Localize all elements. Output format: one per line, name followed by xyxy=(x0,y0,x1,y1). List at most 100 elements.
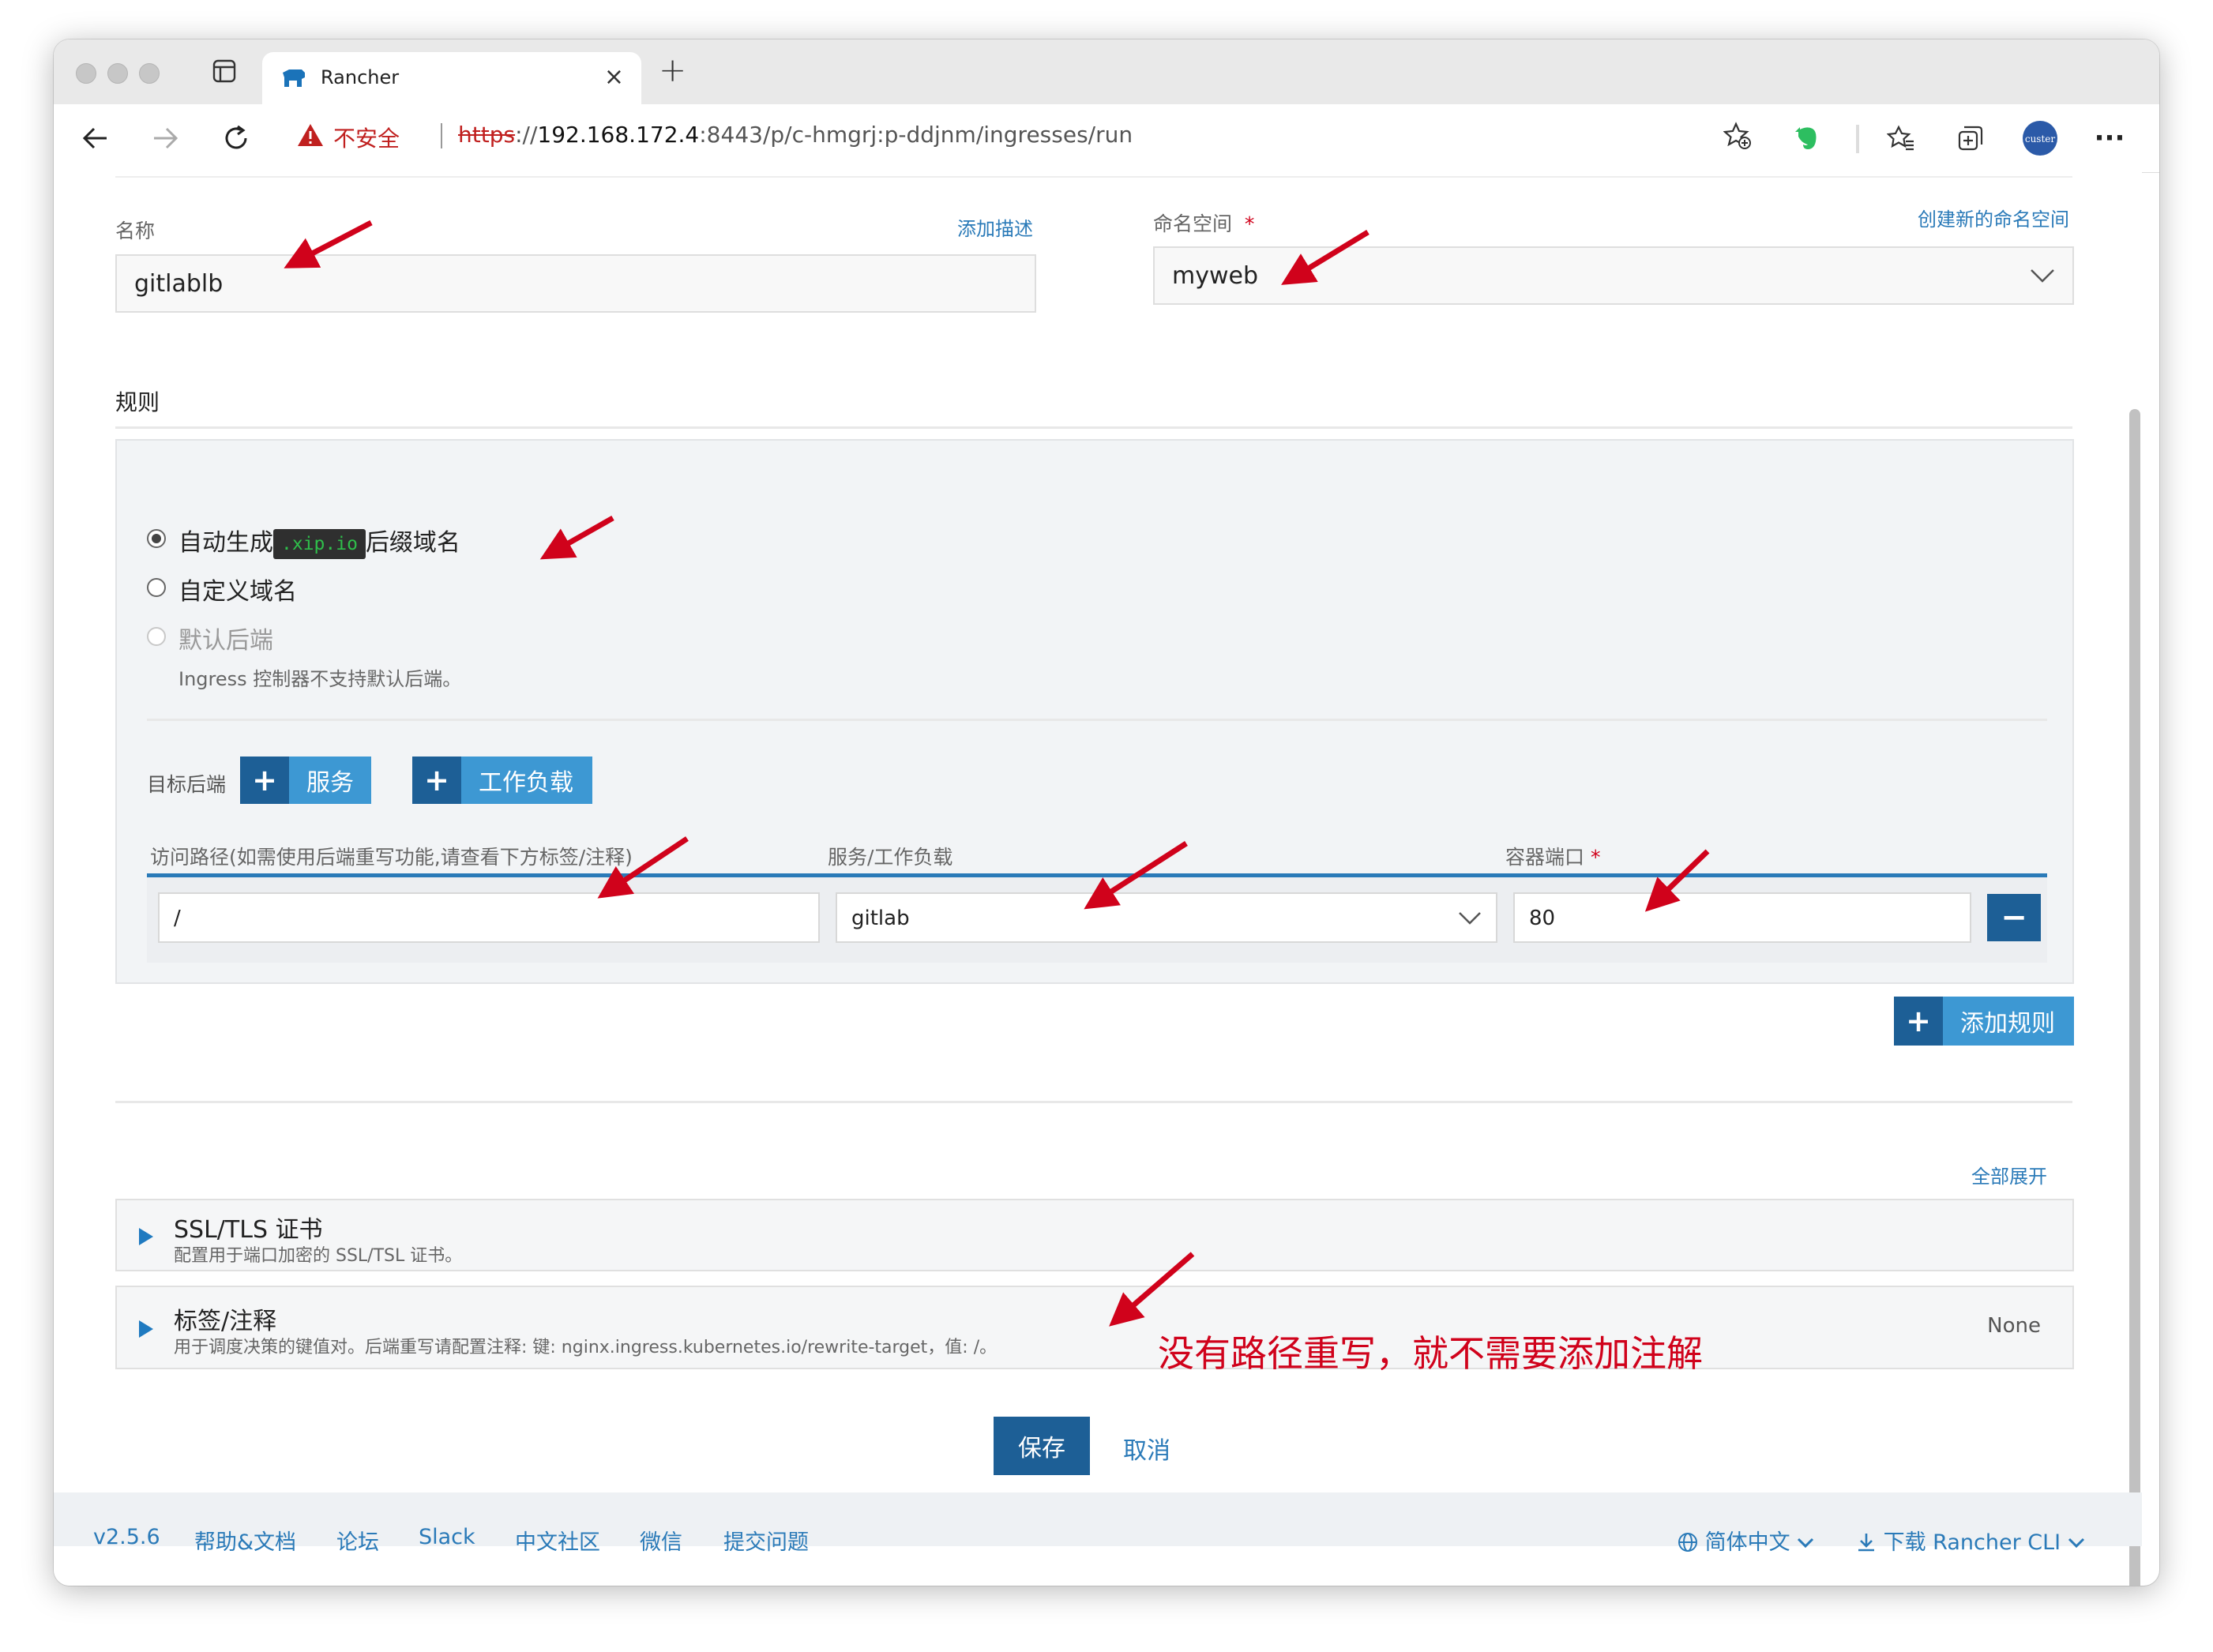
ssl-desc: 配置用于端口加密的 SSL/TSL 证书。 xyxy=(174,1246,463,1266)
reload-icon[interactable] xyxy=(216,118,256,158)
rules-panel: 自动生成 .xip.io 后缀域名 自定义域名 默认后端 Ingress 控制器不支… xyxy=(115,439,2074,984)
radio-auto-domain-label[interactable]: 自动生成 .xip.io 后缀域名 xyxy=(178,523,460,559)
url-scheme: https xyxy=(458,122,516,148)
favorites-icon[interactable] xyxy=(1881,118,1921,158)
default-backend-note: Ingress 控制器不支持默认后端。 xyxy=(178,668,462,690)
profile-avatar-text: custer xyxy=(2025,133,2056,145)
plus-icon: + xyxy=(412,757,461,804)
window-close-light[interactable] xyxy=(76,63,96,84)
top-divider xyxy=(115,176,2072,178)
forward-icon[interactable] xyxy=(145,118,185,158)
url-separator: :// xyxy=(515,122,538,148)
panel-divider xyxy=(147,719,2047,721)
tab-actions-icon[interactable] xyxy=(212,58,237,84)
radio-auto-prefix: 自动生成 xyxy=(178,529,273,557)
scrollbar-thumb[interactable] xyxy=(2129,409,2140,1586)
ssl-title: SSL/TLS 证书 xyxy=(174,1216,323,1244)
language-selector[interactable]: 简体中文 xyxy=(1678,1525,1814,1556)
footer-slack-link[interactable]: Slack xyxy=(419,1525,475,1549)
url-host: 192.168.172.4 xyxy=(537,122,700,148)
footer-issue-link[interactable]: 提交问题 xyxy=(723,1525,809,1556)
new-tab-icon[interactable]: + xyxy=(659,51,686,89)
add-favorite-icon[interactable] xyxy=(1723,122,1752,150)
browser-window: Rancher × + 不安全 https://192.168.172.4:84… xyxy=(54,39,2159,1586)
expand-triangle-icon xyxy=(139,1228,153,1245)
footer-community-link[interactable]: 中文社区 xyxy=(515,1525,600,1556)
radio-default-backend xyxy=(147,627,166,646)
name-input-value: gitlablb xyxy=(134,270,224,298)
port-input[interactable]: 80 xyxy=(1513,892,1971,943)
tab-title: Rancher xyxy=(321,66,400,88)
evernote-icon[interactable] xyxy=(1787,118,1826,158)
name-label: 名称 xyxy=(115,220,156,242)
save-button[interactable]: 保存 xyxy=(994,1417,1090,1475)
expand-all-link[interactable]: 全部展开 xyxy=(1971,1161,2047,1188)
profile-avatar[interactable]: custer xyxy=(2020,118,2060,158)
back-icon[interactable] xyxy=(76,118,115,158)
footer-docs-link[interactable]: 帮助&文档 xyxy=(194,1525,296,1556)
cancel-link[interactable]: 取消 xyxy=(1123,1431,1170,1466)
window-minimize-light[interactable] xyxy=(107,63,128,84)
chevron-down-icon xyxy=(2031,269,2054,283)
namespace-label-text: 命名空间 xyxy=(1153,212,1233,235)
plus-icon: + xyxy=(240,757,289,804)
add-workload-label: 工作负载 xyxy=(479,769,573,797)
chevron-down-icon xyxy=(2068,1537,2084,1549)
radio-auto-suffix: 后缀域名 xyxy=(365,529,460,557)
rules-title: 规则 xyxy=(115,389,160,415)
column-port-header: 容器端口 * xyxy=(1505,842,1600,870)
service-select-value: gitlab xyxy=(851,907,910,930)
add-description-link[interactable]: 添加描述 xyxy=(957,213,1033,241)
radio-default-backend-label: 默认后端 xyxy=(178,627,273,655)
sections-divider xyxy=(115,1101,2072,1103)
footer-version[interactable]: v2.5.6 xyxy=(93,1525,160,1549)
column-path-header: 访问路径(如需使用后端重写功能,请查看下方标签/注释) xyxy=(150,846,633,869)
footer-forum-link[interactable]: 论坛 xyxy=(336,1525,379,1556)
footer-wechat-link[interactable]: 微信 xyxy=(640,1525,682,1556)
download-cli-link[interactable]: 下载 Rancher CLI xyxy=(1856,1525,2085,1556)
remove-row-button[interactable]: − xyxy=(1987,894,2041,941)
url-text[interactable]: https://192.168.172.4:8443/p/c-hmgrj:p-d… xyxy=(458,122,1133,148)
labels-annotations-section[interactable]: 标签/注释 用于调度决策的键值对。后端重写请配置注释: 键: nginx.ing… xyxy=(115,1286,2074,1369)
download-icon xyxy=(1858,1534,1874,1552)
path-input-value: / xyxy=(174,907,181,930)
ssl-tls-section[interactable]: SSL/TLS 证书 配置用于端口加密的 SSL/TSL 证书。 xyxy=(115,1199,2074,1271)
service-select[interactable]: gitlab xyxy=(836,892,1497,943)
name-input[interactable]: gitlablb xyxy=(115,254,1036,313)
create-namespace-link[interactable]: 创建新的命名空间 xyxy=(1918,204,2069,231)
add-workload-button[interactable]: + 工作负载 xyxy=(412,757,592,804)
page-content: 名称 添加描述 gitlablb 命名空间 * 创建新的命名空间 myweb 规… xyxy=(54,172,2142,1586)
add-service-button[interactable]: + 服务 xyxy=(240,757,371,804)
plus-icon: + xyxy=(1894,997,1943,1046)
insecure-label[interactable]: 不安全 xyxy=(333,122,400,153)
radio-custom-domain[interactable] xyxy=(147,578,166,597)
warning-icon xyxy=(297,123,324,147)
globe-icon xyxy=(1678,1533,1697,1552)
required-mark: * xyxy=(1244,212,1255,235)
address-bar[interactable]: 不安全 https://192.168.172.4:8443/p/c-hmgrj… xyxy=(283,111,1768,161)
radio-custom-domain-label[interactable]: 自定义域名 xyxy=(178,572,297,606)
expand-triangle-icon xyxy=(139,1320,153,1338)
namespace-label: 命名空间 * xyxy=(1153,208,1254,237)
rancher-logo-icon xyxy=(281,66,306,90)
url-path: :8443/p/c-hmgrj:p-ddjnm/ingresses/run xyxy=(699,122,1133,148)
tab-rancher[interactable]: Rancher × xyxy=(262,52,641,104)
path-input[interactable]: / xyxy=(158,892,820,943)
tab-strip: Rancher × + xyxy=(54,39,2159,104)
window-zoom-light[interactable] xyxy=(139,63,160,84)
tab-close-icon[interactable]: × xyxy=(604,63,624,91)
download-label: 下载 Rancher CLI xyxy=(1883,1530,2061,1555)
radio-auto-domain[interactable] xyxy=(147,529,166,548)
more-menu-icon[interactable]: ··· xyxy=(2090,118,2129,158)
rules-divider xyxy=(115,426,2072,429)
language-label: 简体中文 xyxy=(1704,1530,1790,1555)
xip-io-code: .xip.io xyxy=(273,528,366,559)
namespace-select[interactable]: myweb xyxy=(1153,246,2074,305)
port-input-value: 80 xyxy=(1529,907,1556,930)
column-port-header-text: 容器端口 xyxy=(1505,846,1585,869)
labels-title: 标签/注释 xyxy=(174,1308,277,1335)
add-rule-button[interactable]: + 添加规则 xyxy=(1894,997,2074,1046)
chevron-down-icon xyxy=(1459,912,1481,925)
collections-icon[interactable] xyxy=(1951,118,1990,158)
toolbar-divider xyxy=(1856,125,1859,153)
